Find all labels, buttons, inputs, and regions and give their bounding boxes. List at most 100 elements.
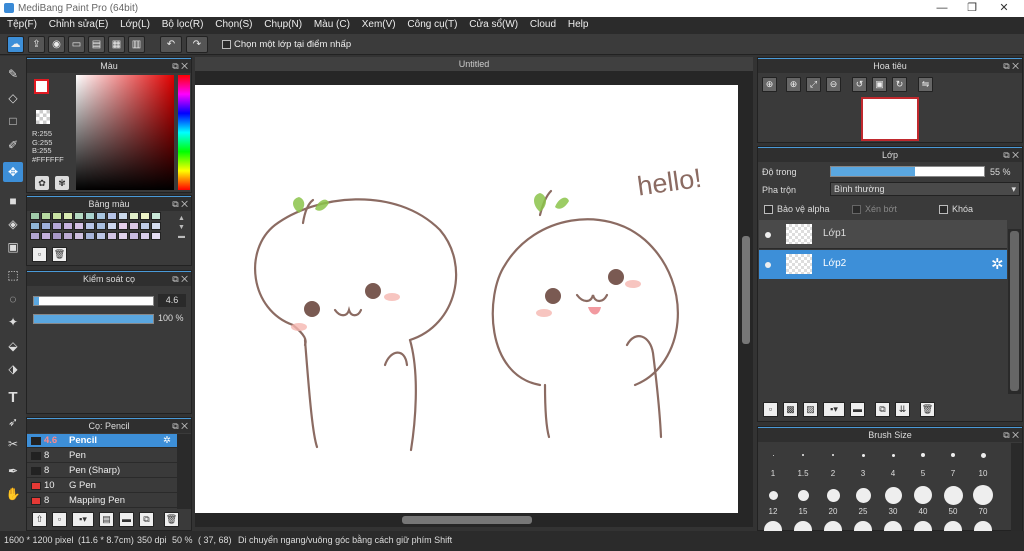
brush-size-dot[interactable] bbox=[921, 453, 925, 457]
brush-size-dot[interactable] bbox=[891, 453, 895, 457]
operation-tool-icon[interactable]: ➶ bbox=[3, 412, 23, 432]
brush-copy-icon[interactable]: ⧉ bbox=[139, 512, 154, 527]
lock-checkbox[interactable] bbox=[939, 205, 948, 214]
palette-swatch[interactable] bbox=[118, 212, 128, 220]
palette-swatch[interactable] bbox=[63, 222, 73, 230]
navigator-zoom-out-icon[interactable]: ⊖ bbox=[826, 77, 841, 92]
layer-row[interactable]: Lớp1 bbox=[759, 220, 1007, 249]
menu-filter[interactable]: Bộ lọc(R) bbox=[162, 17, 204, 30]
add-color-icon[interactable]: ▫ bbox=[32, 247, 47, 262]
palette-swatch[interactable] bbox=[151, 212, 161, 220]
navigator-fit-icon[interactable]: ⤢ bbox=[806, 77, 821, 92]
layer-row-selected[interactable]: Lớp2 ✲ bbox=[759, 250, 1007, 279]
palette-scroll-icon[interactable]: ▲ ▼ ▬ bbox=[178, 214, 188, 242]
saturation-value-picker[interactable] bbox=[76, 75, 174, 190]
palette-swatch[interactable] bbox=[107, 232, 117, 240]
menu-view[interactable]: Xem(V) bbox=[362, 17, 396, 30]
brush-size-dot[interactable] bbox=[951, 453, 955, 457]
brush-cloud-icon[interactable]: ⇧ bbox=[32, 512, 47, 527]
fill-rect-tool-icon[interactable]: ■ bbox=[3, 191, 23, 211]
chat-icon[interactable]: ▭ bbox=[68, 36, 85, 53]
brush-size-dot[interactable] bbox=[802, 454, 804, 456]
grid-icon[interactable]: ▦ bbox=[108, 36, 125, 53]
brush-opacity-slider[interactable] bbox=[33, 314, 154, 324]
close-button[interactable]: ✕ bbox=[994, 1, 1014, 15]
minimize-button[interactable]: — bbox=[932, 1, 952, 15]
brush-folder-icon[interactable]: ▬ bbox=[119, 512, 134, 527]
share-icon[interactable]: ⇪ bbox=[28, 36, 45, 53]
palette-swatch[interactable] bbox=[30, 232, 40, 240]
menu-color[interactable]: Màu (C) bbox=[314, 17, 350, 30]
palette-swatch[interactable] bbox=[30, 222, 40, 230]
cloud-icon[interactable]: ☁ bbox=[7, 36, 24, 53]
merge-layer-icon[interactable]: ⇊ bbox=[895, 402, 910, 417]
palette-swatch[interactable] bbox=[129, 222, 139, 230]
redo-button[interactable]: ↷ bbox=[186, 36, 208, 53]
maximize-button[interactable]: ❐ bbox=[962, 1, 982, 15]
rectangle-tool-icon[interactable]: □ bbox=[3, 111, 23, 131]
brush-new-icon[interactable]: ▫ bbox=[52, 512, 67, 527]
brush-size-dot[interactable] bbox=[797, 489, 809, 501]
hue-slider[interactable] bbox=[178, 75, 190, 190]
palette-swatch[interactable] bbox=[74, 212, 84, 220]
brush-size-dot[interactable] bbox=[854, 521, 872, 531]
brush-size-dot[interactable] bbox=[794, 521, 812, 531]
palette-swatch[interactable] bbox=[85, 222, 95, 230]
lasso-tool-icon[interactable]: ◌ bbox=[3, 289, 23, 309]
magic-wand-tool-icon[interactable]: ✦ bbox=[3, 312, 23, 332]
brush-size-dot[interactable] bbox=[768, 490, 778, 500]
brush-size-value[interactable]: 4.6 bbox=[158, 294, 186, 307]
palette-swatch[interactable] bbox=[151, 232, 161, 240]
palette-swatch[interactable] bbox=[41, 232, 51, 240]
eyedropper-tool-icon[interactable]: ✒ bbox=[3, 461, 23, 481]
transparent-swatch[interactable] bbox=[36, 110, 50, 124]
divide-tool-icon[interactable]: ✂ bbox=[3, 434, 23, 454]
new-8bit-layer-icon[interactable]: ▨ bbox=[803, 402, 818, 417]
layer-folder-icon[interactable]: ▬ bbox=[850, 402, 865, 417]
palette-swatch[interactable] bbox=[129, 232, 139, 240]
palette-swatch[interactable] bbox=[85, 232, 95, 240]
menu-file[interactable]: Tệp(F) bbox=[7, 17, 37, 30]
brush-size-dot[interactable] bbox=[914, 486, 932, 504]
menu-layer[interactable]: Lớp(L) bbox=[120, 17, 150, 30]
brush-settings-icon[interactable]: ▤ bbox=[99, 512, 114, 527]
comment-icon[interactable]: ◉ bbox=[48, 36, 65, 53]
undo-button[interactable]: ↶ bbox=[160, 36, 182, 53]
add-layer-dropdown-icon[interactable]: ▪▾ bbox=[823, 402, 845, 417]
palette-swatch[interactable] bbox=[107, 212, 117, 220]
brush-size-scrollbar[interactable] bbox=[1011, 443, 1022, 531]
palette-swatch[interactable] bbox=[96, 212, 106, 220]
document-icon[interactable]: ▤ bbox=[88, 36, 105, 53]
canvas-vertical-scrollbar[interactable] bbox=[741, 71, 751, 513]
gradient-tool-icon[interactable]: ▣ bbox=[3, 237, 23, 257]
brush-settings-gear-icon[interactable]: ✲ bbox=[163, 434, 171, 448]
palette-swatch[interactable] bbox=[63, 232, 73, 240]
navigator-rotate-right-icon[interactable]: ↻ bbox=[892, 77, 907, 92]
menu-help[interactable]: Help bbox=[568, 17, 589, 30]
menu-tools[interactable]: Công cụ(T) bbox=[407, 17, 457, 30]
palette-swatch[interactable] bbox=[41, 222, 51, 230]
palette-icon[interactable]: ✾ bbox=[55, 176, 69, 190]
select-pen-tool-icon[interactable]: ⬙ bbox=[3, 336, 23, 356]
brush-size-dot[interactable] bbox=[980, 452, 986, 458]
brush-list-item[interactable]: 8 Pen bbox=[27, 449, 177, 463]
canvas-horizontal-scrollbar[interactable] bbox=[195, 515, 738, 525]
brush-size-dot[interactable] bbox=[944, 521, 962, 531]
palette-swatch[interactable] bbox=[30, 212, 40, 220]
brush-size-dot[interactable] bbox=[861, 453, 865, 457]
palette-swatch[interactable] bbox=[41, 212, 51, 220]
brush-list-item[interactable]: 10 G Pen bbox=[27, 479, 177, 493]
menu-snap[interactable]: Chụp(N) bbox=[264, 17, 302, 30]
select-layer-checkbox[interactable] bbox=[222, 40, 231, 49]
brush-delete-icon[interactable]: 🗑 bbox=[164, 512, 179, 527]
palette-swatch[interactable] bbox=[74, 232, 84, 240]
brush-size-dot[interactable] bbox=[832, 454, 834, 456]
palette-swatch[interactable] bbox=[96, 222, 106, 230]
delete-color-icon[interactable]: 🗑 bbox=[52, 247, 67, 262]
palette-swatch[interactable] bbox=[63, 212, 73, 220]
menu-select[interactable]: Chọn(S) bbox=[215, 17, 252, 30]
brush-size-dot[interactable] bbox=[884, 521, 902, 531]
palette-swatch[interactable] bbox=[52, 222, 62, 230]
palette-swatch[interactable] bbox=[140, 212, 150, 220]
document-tab[interactable]: Untitled bbox=[195, 57, 753, 71]
